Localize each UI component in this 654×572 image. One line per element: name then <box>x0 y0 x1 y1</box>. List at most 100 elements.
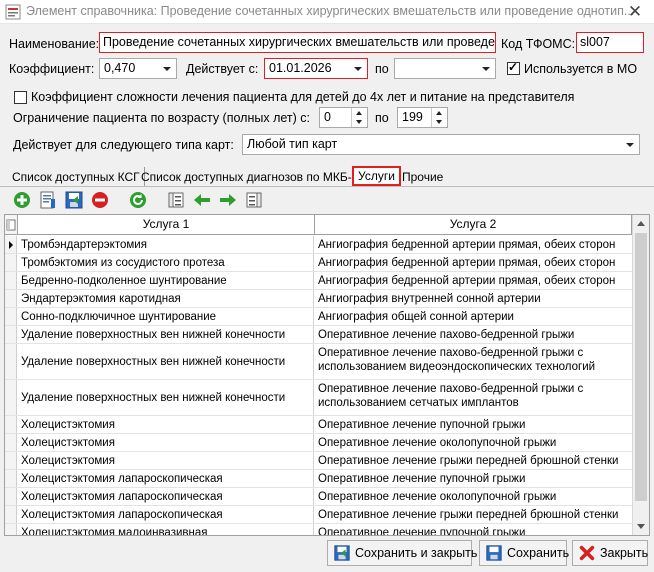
table-row[interactable]: Холецистэктомия лапароскопическая Операти… <box>5 488 632 506</box>
valid-from-label: Действует с: <box>186 62 259 76</box>
name-label: Наименование: <box>9 37 100 51</box>
cell-service2[interactable]: Оперативное лечение пупочной грыжи <box>315 416 631 433</box>
scroll-down-icon[interactable] <box>633 518 649 535</box>
name-field[interactable]: Проведение сочетанных хирургических вмеш… <box>99 32 496 53</box>
cell-service1[interactable]: Холецистэктомия <box>18 452 314 469</box>
row-indicator <box>5 416 17 433</box>
table-row[interactable]: Удаление поверхностных вен нижней конечн… <box>5 344 632 380</box>
table-row[interactable]: Удаление поверхностных вен нижней конечн… <box>5 326 632 344</box>
add-icon[interactable] <box>12 190 32 210</box>
save-close-button[interactable]: Сохранить и закрыть <box>327 540 477 566</box>
spin-down-icon[interactable] <box>432 118 447 127</box>
cell-service2[interactable]: Ангиография внутренней сонной артерии <box>315 290 631 307</box>
table-row[interactable]: Холецистэктомия лапароскопическая Операти… <box>5 470 632 488</box>
row-indicator <box>5 290 17 307</box>
cell-service2[interactable]: Ангиография бедренной артерии прямая, об… <box>315 272 631 289</box>
cell-service1[interactable]: Удаление поверхностных вен нижней конечн… <box>18 344 314 379</box>
column-header-service2[interactable]: Услуга 2 <box>315 215 632 235</box>
arrow-left-icon[interactable] <box>192 190 212 210</box>
spin-up-icon[interactable] <box>352 108 367 117</box>
edit-icon[interactable] <box>38 190 58 210</box>
cell-service1[interactable]: Сонно-подключичное шунтирование <box>18 308 314 325</box>
spin-down-icon[interactable] <box>352 118 367 127</box>
cell-service2[interactable]: Оперативное лечение околопупочной грыжи <box>315 434 631 451</box>
columns-right-icon[interactable] <box>244 190 264 210</box>
cell-service1[interactable]: Холецистэктомия лапароскопическая <box>18 470 314 487</box>
save-button[interactable]: Сохранить <box>479 540 569 566</box>
age-to-label: по <box>375 111 389 125</box>
cell-service2[interactable]: Ангиография бедренной артерии прямая, об… <box>315 254 631 271</box>
cell-service2[interactable]: Оперативное лечение околопупочной грыжи <box>315 488 631 505</box>
cell-service1[interactable]: Холецистэктомия <box>18 434 314 451</box>
close-button[interactable]: Закрыть <box>572 540 648 566</box>
tab-mkb10[interactable]: Список доступных диагнозов по МКБ-10 <box>137 167 371 187</box>
cell-service2[interactable]: Оперативное лечение пупочной грыжи <box>315 470 631 487</box>
cell-service2[interactable]: Оперативное лечение пахово-бедренной гры… <box>315 344 631 379</box>
table-row[interactable]: Холецистэктомия Оперативное лечение пупоч… <box>5 416 632 434</box>
code-field[interactable]: sl007 <box>576 32 644 53</box>
cell-service1[interactable]: Удаление поверхностных вен нижней конечн… <box>18 326 314 343</box>
table-row[interactable]: Холецистэктомия Оперативное лечение около… <box>5 434 632 452</box>
current-row-indicator-icon <box>5 236 17 253</box>
scroll-thumb[interactable] <box>635 233 647 501</box>
table-row[interactable]: Холецистэктомия Оперативное лечение грыжи… <box>5 452 632 470</box>
valid-to-date[interactable] <box>394 58 496 79</box>
scroll-up-icon[interactable] <box>633 215 649 232</box>
table-row[interactable]: Холецистэктомия малоинвазивная Оперативно… <box>5 524 632 535</box>
column-header-service1[interactable]: Услуга 1 <box>18 215 315 235</box>
cell-service1[interactable]: Холецистэктомия лапароскопическая <box>18 488 314 505</box>
cell-service1[interactable]: Холецистэктомия лапароскопическая <box>18 506 314 523</box>
card-type-value: Любой тип карт <box>247 137 338 151</box>
chevron-down-icon[interactable] <box>621 135 639 154</box>
cell-service1[interactable]: Удаление поверхностных вен нижней конечн… <box>18 380 314 415</box>
cell-service1[interactable]: Холецистэктомия малоинвазивная <box>18 524 314 535</box>
cell-service2[interactable]: Ангиография бедренной артерии прямая, об… <box>315 236 631 253</box>
child-coef-checkbox[interactable] <box>14 91 27 104</box>
age-to-spinner[interactable]: 199 <box>397 107 448 128</box>
row-indicator <box>5 524 17 535</box>
cell-service2[interactable]: Оперативное лечение грыжи передней брюшн… <box>315 506 631 523</box>
cell-service1[interactable]: Тромбэндартерэктомия <box>18 236 314 253</box>
services-grid[interactable]: Услуга 1 Услуга 2 Тромбэндартерэктомия Ан… <box>4 214 650 536</box>
coef-combo[interactable]: 0,470 <box>99 58 177 79</box>
table-row[interactable]: Холецистэктомия лапароскопическая Операти… <box>5 506 632 524</box>
save-close-label: Сохранить и закрыть <box>355 546 478 560</box>
card-type-combo[interactable]: Любой тип карт <box>242 134 640 155</box>
cell-service2[interactable]: Оперативное лечение пахово-бедренной гры… <box>315 380 631 415</box>
age-from-spinner[interactable]: 0 <box>319 107 368 128</box>
delete-icon[interactable] <box>90 190 110 210</box>
table-row[interactable]: Бедренно-подколенное шунтирование Ангиогр… <box>5 272 632 290</box>
table-row[interactable]: Тромбэктомия из сосудистого протеза Ангио… <box>5 254 632 272</box>
tab-services[interactable]: Услуги <box>352 166 401 186</box>
spin-up-icon[interactable] <box>432 108 447 117</box>
chevron-down-icon[interactable] <box>349 59 367 78</box>
cell-service2[interactable]: Ангиография общей сонной артерии <box>315 308 631 325</box>
tab-ksg[interactable]: Список доступных КСГ <box>8 167 145 187</box>
table-row[interactable]: Тромбэндартерэктомия Ангиография бедренно… <box>5 236 632 254</box>
close-label: Закрыть <box>600 546 649 560</box>
cell-service1[interactable]: Тромбэктомия из сосудистого протеза <box>18 254 314 271</box>
arrow-right-icon[interactable] <box>218 190 238 210</box>
cell-service1[interactable]: Эндартерэктомия каротидная <box>18 290 314 307</box>
used-in-mo-checkbox[interactable] <box>507 60 520 75</box>
chevron-down-icon[interactable] <box>477 59 495 78</box>
valid-from-date[interactable]: 01.01.2026 <box>264 58 368 79</box>
columns-icon[interactable] <box>166 190 186 210</box>
table-row[interactable]: Эндартерэктомия каротидная Ангиография вн… <box>5 290 632 308</box>
cell-service1[interactable]: Бедренно-подколенное шунтирование <box>18 272 314 289</box>
table-row[interactable]: Сонно-подключичное шунтирование Ангиограф… <box>5 308 632 326</box>
grid-options-icon[interactable] <box>5 215 18 235</box>
chevron-down-icon[interactable] <box>158 59 176 78</box>
tab-other[interactable]: Прочие <box>398 167 447 187</box>
refresh-icon[interactable] <box>128 190 148 210</box>
cell-service2[interactable]: Оперативное лечение пахово-бедренной гры… <box>315 326 631 343</box>
window-close-button[interactable]: ✕ <box>622 1 648 23</box>
save-icon[interactable] <box>64 190 84 210</box>
cell-service1[interactable]: Холецистэктомия <box>18 416 314 433</box>
tab-divider <box>0 186 654 187</box>
cell-service2[interactable]: Оперативное лечение пупочной грыжи <box>315 524 631 535</box>
grid-scrollbar[interactable] <box>632 215 649 535</box>
window-title: Элемент справочника: Проведение сочетанн… <box>26 4 635 18</box>
table-row[interactable]: Удаление поверхностных вен нижней конечн… <box>5 380 632 416</box>
cell-service2[interactable]: Оперативное лечение грыжи передней брюшн… <box>315 452 631 469</box>
